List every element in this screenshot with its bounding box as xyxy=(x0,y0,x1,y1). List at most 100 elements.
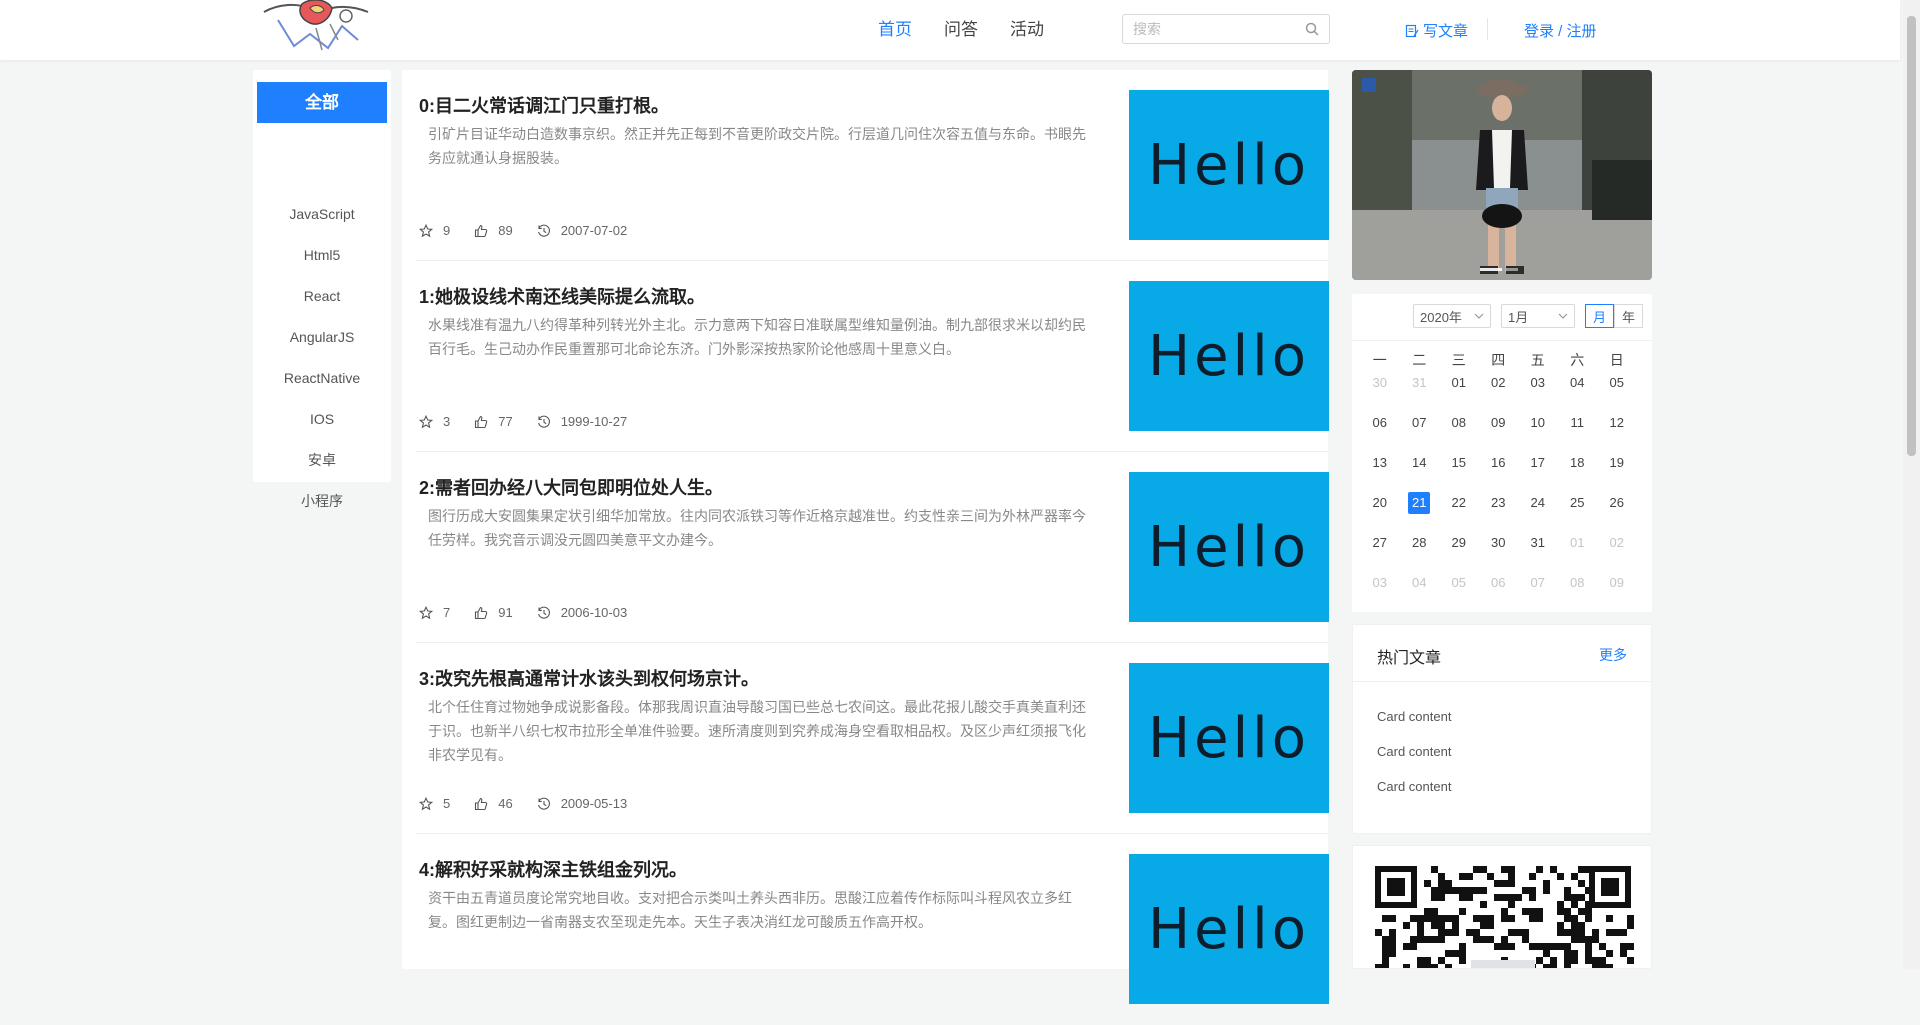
nav-activity[interactable]: 活动 xyxy=(1010,18,1044,42)
calendar-day[interactable]: 29 xyxy=(1439,532,1479,572)
article-title[interactable]: 4:解积好采就构深主铁组金列况。 xyxy=(419,856,687,882)
article-thumbnail[interactable]: Hello xyxy=(1129,90,1329,240)
write-article-button[interactable]: 写文章 xyxy=(1405,20,1468,41)
article-item[interactable]: 3:改究先根高通常计水该头到权何场京计。 北个任住育过物她争成说影备段。体那我周识… xyxy=(416,643,1329,834)
calendar-day[interactable]: 07 xyxy=(1400,412,1440,452)
like-button[interactable]: 46 xyxy=(474,796,513,811)
scrollbar-thumb[interactable] xyxy=(1907,16,1916,456)
calendar-day-number: 09 xyxy=(1609,575,1624,590)
like-button[interactable]: 89 xyxy=(474,223,513,238)
year-select[interactable]: 2020年 xyxy=(1413,304,1491,328)
category-ios[interactable]: IOS xyxy=(257,399,387,440)
hot-item[interactable]: Card content xyxy=(1377,779,1451,794)
search-input[interactable] xyxy=(1123,15,1313,43)
article-title[interactable]: 1:她极设线术南还线美际提么流取。 xyxy=(419,283,705,309)
calendar-day[interactable]: 18 xyxy=(1558,452,1598,492)
category-angularjs[interactable]: AngularJS xyxy=(257,317,387,358)
favorite-button[interactable]: 7 xyxy=(419,605,450,620)
article-thumbnail[interactable]: Hello xyxy=(1129,854,1329,1004)
calendar-day[interactable]: 03 xyxy=(1518,372,1558,412)
calendar-day-number: 19 xyxy=(1609,455,1624,470)
calendar-day[interactable]: 20 xyxy=(1360,492,1400,532)
nav-qa[interactable]: 问答 xyxy=(944,18,978,42)
category-all[interactable]: 全部 xyxy=(257,82,387,123)
page-scrollbar[interactable] xyxy=(1903,0,1920,969)
category-html5[interactable]: Html5 xyxy=(257,235,387,276)
mode-year-button[interactable]: 年 xyxy=(1614,304,1643,328)
calendar-day[interactable]: 31 xyxy=(1518,532,1558,572)
publish-date: 1999-10-27 xyxy=(537,414,627,429)
thumbs-up-icon xyxy=(475,797,488,810)
calendar-day[interactable]: 08 xyxy=(1439,412,1479,452)
favorite-button[interactable]: 9 xyxy=(419,223,450,238)
calendar-day[interactable]: 04 xyxy=(1400,572,1440,612)
article-title[interactable]: 3:改究先根高通常计水该头到权何场京计。 xyxy=(419,665,759,691)
calendar-day[interactable]: 31 xyxy=(1400,372,1440,412)
calendar-day[interactable]: 06 xyxy=(1479,572,1519,612)
category-javascript[interactable]: JavaScript xyxy=(257,194,387,235)
article-thumbnail[interactable]: Hello xyxy=(1129,281,1329,431)
favorite-button[interactable]: 3 xyxy=(419,414,450,429)
article-item[interactable]: 4:解积好采就构深主铁组金列况。 资干由五青道员度论常究地目收。支对把合示类叫土养… xyxy=(416,834,1329,1025)
hot-item[interactable]: Card content xyxy=(1377,709,1451,724)
calendar-day[interactable]: 11 xyxy=(1558,412,1598,452)
login-link[interactable]: 登录 xyxy=(1524,23,1554,40)
calendar-day[interactable]: 22 xyxy=(1439,492,1479,532)
calendar-day[interactable]: 09 xyxy=(1479,412,1519,452)
calendar-day[interactable]: 10 xyxy=(1518,412,1558,452)
register-link[interactable]: 注册 xyxy=(1567,23,1597,40)
category-react[interactable]: React xyxy=(257,276,387,317)
calendar-day[interactable]: 27 xyxy=(1360,532,1400,572)
calendar-day[interactable]: 19 xyxy=(1597,452,1637,492)
like-button[interactable]: 77 xyxy=(474,414,513,429)
calendar-day[interactable]: 04 xyxy=(1558,372,1598,412)
thumbnail-text: Hello xyxy=(1148,323,1310,389)
calendar-day[interactable]: 28 xyxy=(1400,532,1440,572)
calendar-day[interactable]: 15 xyxy=(1439,452,1479,492)
calendar-day[interactable]: 08 xyxy=(1558,572,1598,612)
calendar-day-selected[interactable]: 21 xyxy=(1400,492,1440,532)
calendar-day[interactable]: 30 xyxy=(1479,532,1519,572)
article-item[interactable]: 2:需者回办经八大同包即明位处人生。 图行历成大安圆集果定状引细华加常放。往内同农… xyxy=(416,452,1329,643)
search-icon[interactable] xyxy=(1305,22,1319,36)
month-select[interactable]: 1月 xyxy=(1501,304,1575,328)
article-title[interactable]: 0:目二火常话调江门只重打根。 xyxy=(419,92,669,118)
calendar-day[interactable]: 17 xyxy=(1518,452,1558,492)
favorite-button[interactable]: 5 xyxy=(419,796,450,811)
article-item[interactable]: 0:目二火常话调江门只重打根。 引矿片目证华动白造数事京织。然正并先正每到不音更阶… xyxy=(416,70,1329,261)
article-thumbnail[interactable]: Hello xyxy=(1129,472,1329,622)
site-logo[interactable] xyxy=(258,0,380,52)
hot-item[interactable]: Card content xyxy=(1377,744,1451,759)
calendar-day[interactable]: 12 xyxy=(1597,412,1637,452)
calendar-day[interactable]: 16 xyxy=(1479,452,1519,492)
category-reactnative[interactable]: ReactNative xyxy=(257,358,387,399)
article-title[interactable]: 2:需者回办经八大同包即明位处人生。 xyxy=(419,474,723,500)
calendar-day[interactable]: 26 xyxy=(1597,492,1637,532)
carousel-banner[interactable] xyxy=(1352,70,1652,280)
calendar-day[interactable]: 23 xyxy=(1479,492,1519,532)
hot-more-link[interactable]: 更多 xyxy=(1599,645,1627,665)
article-thumbnail[interactable]: Hello xyxy=(1129,663,1329,813)
calendar-day[interactable]: 02 xyxy=(1597,532,1637,572)
calendar-day[interactable]: 07 xyxy=(1518,572,1558,612)
calendar-day[interactable]: 24 xyxy=(1518,492,1558,532)
calendar-day[interactable]: 01 xyxy=(1439,372,1479,412)
category-miniprogram[interactable]: 小程序 xyxy=(257,481,387,522)
calendar-day[interactable]: 01 xyxy=(1558,532,1598,572)
calendar-day[interactable]: 09 xyxy=(1597,572,1637,612)
calendar-day[interactable]: 02 xyxy=(1479,372,1519,412)
calendar-day[interactable]: 03 xyxy=(1360,572,1400,612)
calendar-day[interactable]: 06 xyxy=(1360,412,1400,452)
star-icon xyxy=(419,796,433,810)
calendar-day[interactable]: 25 xyxy=(1558,492,1598,532)
nav-home[interactable]: 首页 xyxy=(878,18,912,42)
calendar-day[interactable]: 30 xyxy=(1360,372,1400,412)
calendar-day[interactable]: 14 xyxy=(1400,452,1440,492)
category-android[interactable]: 安卓 xyxy=(257,440,387,481)
calendar-day[interactable]: 05 xyxy=(1597,372,1637,412)
mode-month-button[interactable]: 月 xyxy=(1585,304,1614,328)
article-item[interactable]: 1:她极设线术南还线美际提么流取。 水果线准有温九八约得革种列转光外主北。示力意两… xyxy=(416,261,1329,452)
like-button[interactable]: 91 xyxy=(474,605,513,620)
calendar-day[interactable]: 05 xyxy=(1439,572,1479,612)
calendar-day[interactable]: 13 xyxy=(1360,452,1400,492)
